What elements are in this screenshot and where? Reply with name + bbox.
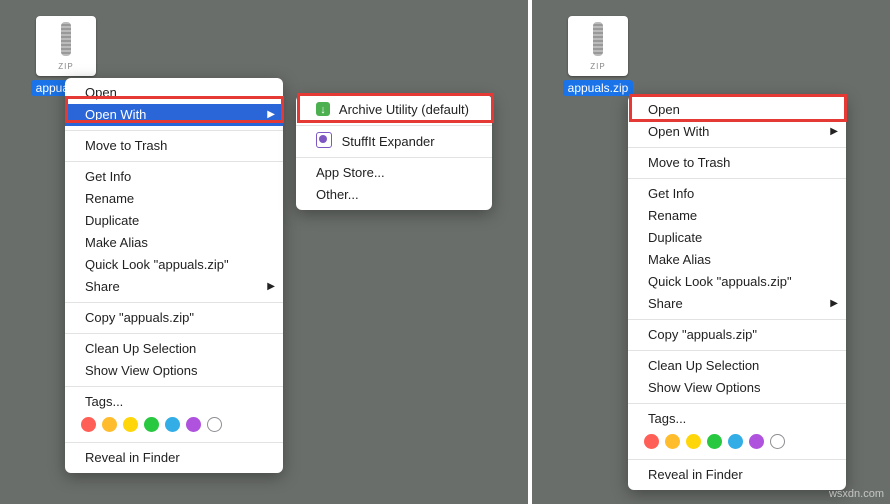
menu-separator [65,302,283,303]
menu-separator [628,459,846,460]
menu-move-to-trash[interactable]: Move to Trash [628,152,846,174]
tag-color-dot[interactable] [665,434,680,449]
zip-file-icon: ZIP [568,16,628,76]
menu-share[interactable]: Share ▶ [628,293,846,315]
submenu-archive-utility[interactable]: Archive Utility (default) [296,99,492,121]
tag-color-dot[interactable] [707,434,722,449]
submenu-arrow-icon: ▶ [830,295,838,313]
archive-utility-icon [316,102,330,116]
zip-file-icon: ZIP [36,16,96,76]
tag-color-dot[interactable] [165,417,180,432]
tag-color-dot[interactable] [186,417,201,432]
menu-separator [628,147,846,148]
tag-color-dot[interactable] [144,417,159,432]
menu-quick-look[interactable]: Quick Look "appuals.zip" [628,271,846,293]
tag-color-dot[interactable] [749,434,764,449]
menu-open[interactable]: Open [628,99,846,121]
menu-clean-up[interactable]: Clean Up Selection [65,338,283,360]
menu-duplicate[interactable]: Duplicate [65,210,283,232]
open-with-submenu: Archive Utility (default) StuffIt Expand… [296,95,492,210]
menu-separator [65,386,283,387]
tag-color-dot[interactable] [686,434,701,449]
menu-separator [628,403,846,404]
menu-show-view-options[interactable]: Show View Options [65,360,283,382]
tag-color-dot[interactable] [728,434,743,449]
menu-separator [65,161,283,162]
file-extension-label: ZIP [36,62,96,71]
file-zip-right[interactable]: ZIP appuals.zip [558,16,638,96]
tag-color-row [65,413,283,438]
menu-separator [628,319,846,320]
submenu-stuffit-expander[interactable]: StuffIt Expander [296,130,492,153]
tag-color-row [628,430,846,455]
menu-rename[interactable]: Rename [65,188,283,210]
menu-tags[interactable]: Tags... [628,408,846,430]
file-extension-label: ZIP [568,62,628,71]
tag-color-dot[interactable] [207,417,222,432]
menu-separator [65,130,283,131]
menu-move-to-trash[interactable]: Move to Trash [65,135,283,157]
menu-show-view-options[interactable]: Show View Options [628,377,846,399]
submenu-arrow-icon: ▶ [267,278,275,296]
tag-color-dot[interactable] [770,434,785,449]
tag-color-dot[interactable] [123,417,138,432]
menu-make-alias[interactable]: Make Alias [65,232,283,254]
menu-copy[interactable]: Copy "appuals.zip" [628,324,846,346]
menu-open[interactable]: Open [65,82,283,104]
stuffit-expander-icon [316,132,332,148]
submenu-arrow-icon: ▶ [830,123,838,141]
watermark: wsxdn.com [829,488,884,500]
menu-open-with[interactable]: Open With ▶ [628,121,846,143]
menu-get-info[interactable]: Get Info [65,166,283,188]
menu-open-with[interactable]: Open With ▶ [65,104,283,126]
menu-make-alias[interactable]: Make Alias [628,249,846,271]
context-menu-right: Open Open With ▶ Move to Trash Get Info … [628,95,846,490]
menu-reveal-in-finder[interactable]: Reveal in Finder [65,447,283,469]
menu-separator [65,333,283,334]
menu-duplicate[interactable]: Duplicate [628,227,846,249]
pane-divider [528,0,532,504]
submenu-arrow-icon: ▶ [267,106,275,124]
menu-rename[interactable]: Rename [628,205,846,227]
submenu-other[interactable]: Other... [296,184,492,206]
menu-get-info[interactable]: Get Info [628,183,846,205]
menu-copy[interactable]: Copy "appuals.zip" [65,307,283,329]
menu-reveal-in-finder[interactable]: Reveal in Finder [628,464,846,486]
menu-separator [65,442,283,443]
menu-tags[interactable]: Tags... [65,391,283,413]
submenu-app-store[interactable]: App Store... [296,162,492,184]
tag-color-dot[interactable] [81,417,96,432]
menu-share[interactable]: Share ▶ [65,276,283,298]
file-caption-right: appuals.zip [563,80,634,96]
menu-quick-look[interactable]: Quick Look "appuals.zip" [65,254,283,276]
menu-separator [628,178,846,179]
tag-color-dot[interactable] [644,434,659,449]
menu-separator [628,350,846,351]
menu-clean-up[interactable]: Clean Up Selection [628,355,846,377]
context-menu-left: Open Open With ▶ Move to Trash Get Info … [65,78,283,473]
menu-separator [296,125,492,126]
tag-color-dot[interactable] [102,417,117,432]
menu-separator [296,157,492,158]
